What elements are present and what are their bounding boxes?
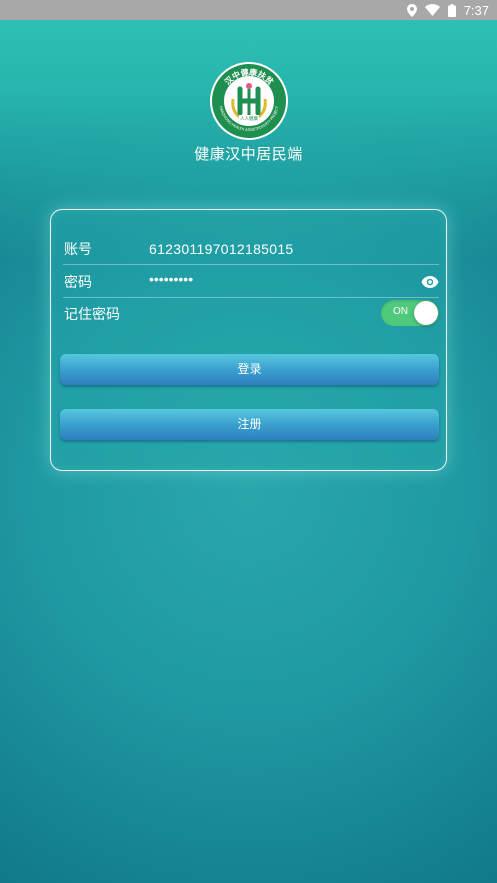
logo-center-label: 人人健康 <box>240 115 258 122</box>
account-label: 账号 <box>64 241 92 258</box>
account-row: 账号 612301197012185015 <box>63 233 439 265</box>
register-button[interactable]: 注册 <box>60 409 439 440</box>
status-time: 7:37 <box>463 2 489 18</box>
login-button[interactable]: 登录 <box>60 354 439 385</box>
password-label: 密码 <box>64 274 92 291</box>
app-logo: 汉中健康扶贫 HANZHONG HEALTH ASSISTPOVERTY PRO… <box>209 61 289 141</box>
account-input[interactable]: 612301197012185015 <box>149 241 294 257</box>
password-input[interactable]: ••••••••• <box>149 271 193 287</box>
toggle-knob <box>414 301 438 325</box>
status-bar: 7:37 <box>0 0 497 20</box>
eye-icon[interactable] <box>421 274 439 288</box>
battery-icon <box>447 3 456 17</box>
password-row: 密码 ••••••••• <box>63 266 439 298</box>
location-icon <box>406 3 417 17</box>
remember-label: 记住密码 <box>64 307 120 323</box>
remember-row: 记住密码 ON <box>63 298 439 330</box>
login-card: 账号 612301197012185015 密码 ••••••••• 记住密码 … <box>50 209 447 471</box>
app-title: 健康汉中居民端 <box>194 145 303 163</box>
wifi-icon <box>424 4 440 16</box>
remember-toggle[interactable]: ON <box>381 300 439 326</box>
toggle-state-text: ON <box>393 306 408 317</box>
